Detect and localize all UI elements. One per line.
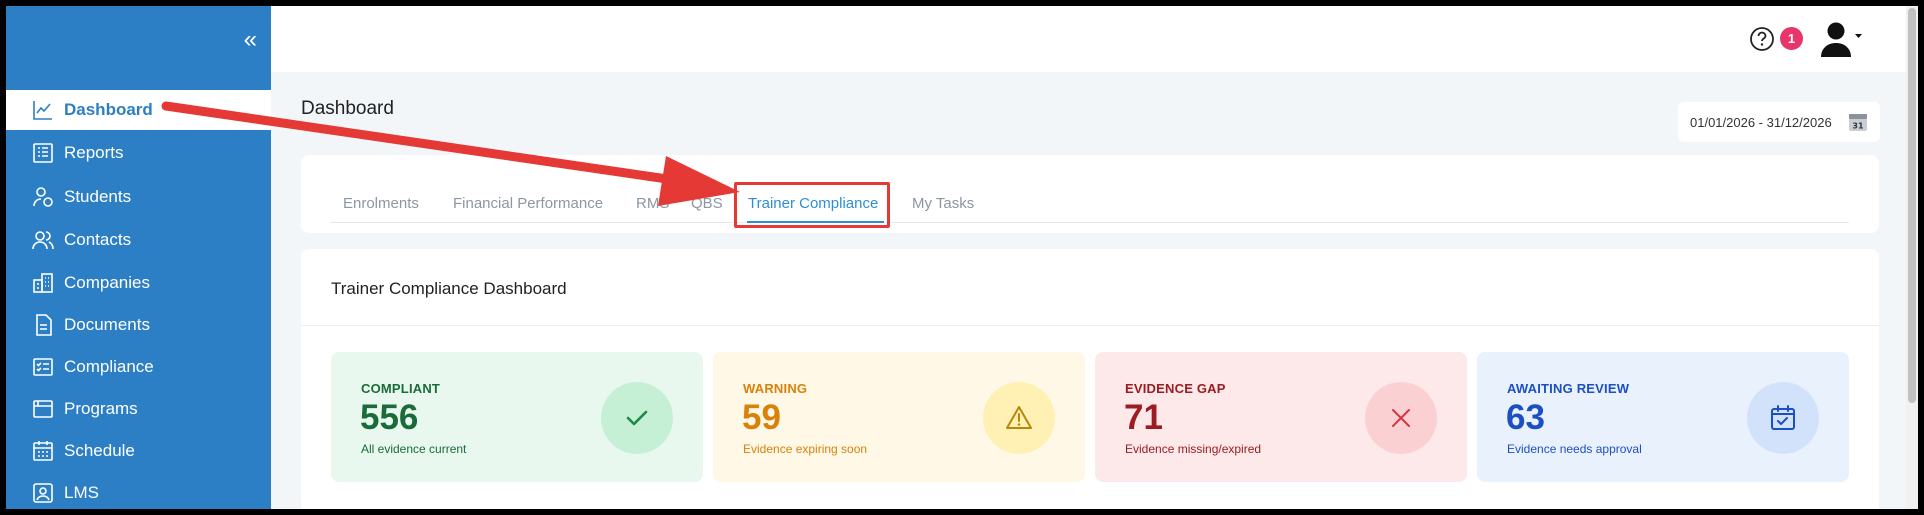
sidebar-item-label: Documents: [64, 315, 150, 334]
x-icon: [1365, 382, 1437, 454]
date-range-text: 01/01/2026 - 31/12/2026: [1690, 114, 1832, 130]
sidebar-item-schedule[interactable]: Schedule: [6, 431, 271, 471]
trainer-compliance-card: Trainer Compliance Dashboard COMPLIANT 5…: [301, 249, 1879, 509]
sidebar-item-label: Compliance: [64, 357, 154, 376]
sidebar-item-students[interactable]: Students: [6, 177, 271, 217]
stat-label: AWAITING REVIEW: [1507, 381, 1630, 396]
user-icon: [1821, 22, 1862, 57]
stat-subtext: Evidence expiring soon: [743, 442, 868, 456]
line-chart-icon: [30, 97, 56, 123]
stat-card-warning[interactable]: WARNING 59 Evidence expiring soon: [713, 352, 1085, 482]
sidebar-item-contacts[interactable]: Contacts: [6, 220, 271, 260]
tabs-card: Enrolments Financial Performance RMS QBS…: [301, 155, 1879, 233]
sidebar-item-label: Programs: [64, 399, 138, 418]
checklist-icon: [30, 354, 56, 380]
sidebar-item-reports[interactable]: Reports: [6, 133, 271, 173]
stat-card-compliant[interactable]: COMPLIANT 556 All evidence current: [331, 352, 703, 482]
sidebar-item-label: LMS: [64, 483, 99, 502]
card-divider: [301, 325, 1879, 326]
document-icon: [30, 312, 56, 338]
app-window: « Dashboard Reports Students Contacts Co…: [6, 6, 1918, 509]
page-scrollbar[interactable]: [1906, 6, 1918, 509]
stat-label: EVIDENCE GAP: [1125, 381, 1226, 396]
sidebar-item-dashboard[interactable]: Dashboard: [6, 90, 271, 130]
sidebar-item-label: Contacts: [64, 230, 132, 249]
stat-label: WARNING: [743, 381, 808, 396]
active-tab-underline: [747, 221, 884, 223]
report-list-icon: [30, 140, 56, 166]
tab-qbs[interactable]: QBS: [691, 195, 723, 212]
tab-rms[interactable]: RMS: [636, 195, 669, 212]
stat-subtext: Evidence missing/expired: [1125, 442, 1262, 456]
sidebar: « Dashboard Reports Students Contacts Co…: [6, 6, 271, 509]
collapse-sidebar-icon[interactable]: «: [244, 28, 257, 52]
sidebar-item-lms[interactable]: LMS: [6, 473, 271, 509]
page-title: Dashboard: [301, 98, 394, 119]
user-menu[interactable]: [1818, 20, 1862, 60]
top-bar: 1: [271, 6, 1918, 72]
programs-icon: [30, 396, 56, 422]
tab-enrolments[interactable]: Enrolments: [343, 195, 419, 212]
stat-value: 556: [360, 398, 419, 437]
scrollbar-thumb[interactable]: [1908, 8, 1916, 403]
stat-value: 71: [1124, 398, 1163, 437]
dashboard-title: Trainer Compliance Dashboard: [331, 279, 567, 298]
stat-value: 63: [1506, 398, 1545, 437]
stat-subtext: All evidence current: [361, 442, 467, 456]
sidebar-item-label: Students: [64, 187, 132, 206]
sidebar-item-label: Schedule: [64, 441, 135, 460]
tab-trainer-compliance[interactable]: Trainer Compliance: [748, 195, 878, 212]
sidebar-item-programs[interactable]: Programs: [6, 389, 271, 429]
calendar-grid-icon: [30, 438, 56, 464]
question-circle-icon[interactable]: [1749, 26, 1775, 52]
calendar-icon[interactable]: 31: [1848, 112, 1868, 132]
sidebar-item-label: Reports: [64, 143, 124, 162]
stat-label: COMPLIANT: [361, 381, 441, 396]
date-range-picker[interactable]: 01/01/2026 - 31/12/2026 31: [1678, 102, 1880, 142]
tabs-divider: [331, 222, 1849, 223]
notification-badge[interactable]: 1: [1780, 27, 1803, 50]
tab-financial-performance[interactable]: Financial Performance: [453, 195, 603, 212]
calendar-day: 31: [1852, 122, 1864, 131]
sidebar-item-companies[interactable]: Companies: [6, 263, 271, 303]
building-icon: [30, 270, 56, 296]
tab-my-tasks[interactable]: My Tasks: [912, 195, 974, 212]
sidebar-item-label: Companies: [64, 273, 150, 292]
sidebar-item-compliance[interactable]: Compliance: [6, 347, 271, 387]
check-icon: [601, 382, 673, 454]
stat-value: 59: [742, 398, 781, 437]
sidebar-item-documents[interactable]: Documents: [6, 305, 271, 345]
sidebar-item-label: Dashboard: [64, 100, 153, 119]
stat-subtext: Evidence needs approval: [1507, 442, 1642, 456]
lms-icon: [30, 480, 56, 506]
calendar-check-icon: [1747, 382, 1819, 454]
stat-card-awaiting-review[interactable]: AWAITING REVIEW 63 Evidence needs approv…: [1477, 352, 1849, 482]
warning-triangle-icon: [983, 382, 1055, 454]
contacts-icon: [30, 227, 56, 253]
student-icon: [30, 184, 56, 210]
stat-card-evidence-gap[interactable]: EVIDENCE GAP 71 Evidence missing/expired: [1095, 352, 1467, 482]
